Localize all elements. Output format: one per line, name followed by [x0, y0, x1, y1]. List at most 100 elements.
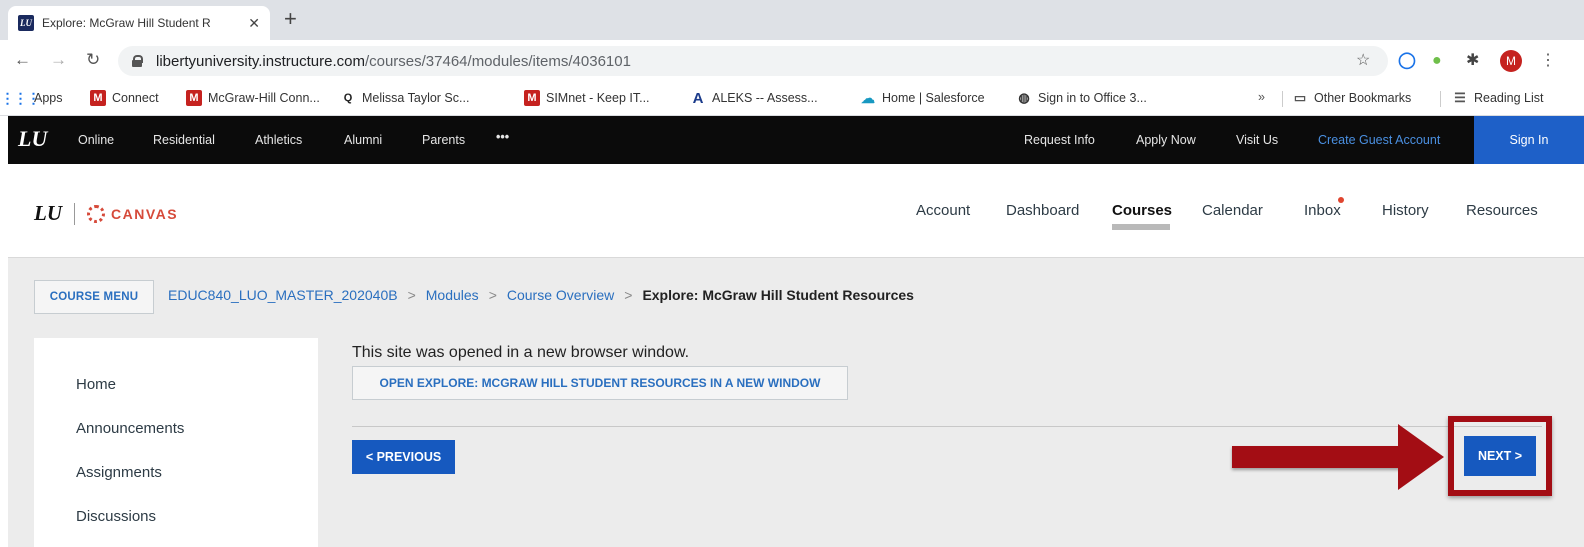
sign-in-button[interactable]: Sign In	[1474, 116, 1584, 164]
bookmarks-bar: ⋮⋮⋮ Apps M Connect M McGraw-Hill Conn...…	[0, 82, 1584, 116]
bookmark-label: McGraw-Hill Conn...	[208, 91, 320, 105]
bookmark-label: Apps	[34, 91, 63, 105]
tab-title: Explore: McGraw Hill Student R	[42, 16, 211, 30]
nav-visit-us[interactable]: Visit Us	[1236, 133, 1278, 147]
canvas-header: LU CANVAS Account Dashboard Courses Cale…	[8, 164, 1584, 258]
brand-canvas-word: CANVAS	[111, 205, 179, 222]
m-icon: M	[90, 90, 106, 106]
sidebar-item-assignments[interactable]: Assignments	[76, 464, 162, 481]
nav-account[interactable]: Account	[916, 202, 970, 219]
bookmark-salesforce[interactable]: ☁ Home | Salesforce	[860, 90, 985, 106]
nav-inbox[interactable]: Inbox	[1304, 202, 1341, 219]
forward-arrow-icon[interactable]: →	[50, 50, 67, 70]
lu-global-nav: LU Online Residential Athletics Alumni P…	[8, 116, 1584, 164]
annotation-arrow-icon	[1398, 424, 1444, 490]
bookmark-aleks[interactable]: A ALEKS -- Assess...	[690, 90, 818, 107]
m-icon: M	[186, 90, 202, 106]
folder-icon: ▭	[1293, 90, 1307, 105]
nav-athletics[interactable]: Athletics	[255, 133, 302, 147]
breadcrumb: EDUC840_LUO_MASTER_202040B > Modules > C…	[168, 287, 914, 303]
extensions-puzzle-icon[interactable]: ✱	[1466, 52, 1479, 70]
globe-icon: ◍	[1018, 90, 1030, 105]
reading-list-icon: ☰	[1454, 90, 1466, 105]
extension-ring-icon[interactable]: ◯	[1398, 52, 1416, 70]
bookmark-reading-list[interactable]: ☰ Reading List	[1452, 90, 1544, 106]
bookmark-mcgraw-hill-conn[interactable]: M McGraw-Hill Conn...	[186, 90, 320, 106]
browser-tab[interactable]: LU Explore: McGraw Hill Student R ✕	[8, 6, 270, 40]
nav-resources[interactable]: Resources	[1466, 202, 1538, 219]
nav-request-info[interactable]: Request Info	[1024, 133, 1095, 147]
nav-courses[interactable]: Courses	[1112, 202, 1172, 219]
opened-message: This site was opened in a new browser wi…	[352, 344, 690, 361]
bookmark-label: ALEKS -- Assess...	[712, 91, 818, 105]
sidebar-item-home[interactable]: Home	[76, 376, 116, 393]
bookmark-separator	[1282, 91, 1283, 107]
course-sidebar: Home Announcements Assignments Discussio…	[34, 338, 318, 547]
nav-create-guest-account[interactable]: Create Guest Account	[1318, 133, 1440, 147]
m-icon: M	[524, 90, 540, 106]
more-bookmarks-icon[interactable]: »	[1258, 90, 1265, 104]
canvas-logo-icon	[87, 204, 105, 223]
url-host: libertyuniversity.instructure.com	[156, 52, 365, 70]
open-in-new-window-button[interactable]: OPEN EXPLORE: MCGRAW HILL STUDENT RESOUR…	[352, 366, 848, 400]
nav-calendar[interactable]: Calendar	[1202, 202, 1263, 219]
nav-online[interactable]: Online	[78, 133, 114, 147]
bookmark-label: Sign in to Office 3...	[1038, 91, 1147, 105]
divider	[352, 426, 1542, 427]
bookmark-office[interactable]: ◍ Sign in to Office 3...	[1016, 90, 1147, 106]
breadcrumb-course-overview[interactable]: Course Overview	[507, 287, 614, 303]
salesforce-cloud-icon: ☁	[861, 89, 875, 106]
previous-button[interactable]: < PREVIOUS	[352, 440, 455, 474]
nav-dashboard[interactable]: Dashboard	[1006, 202, 1079, 219]
apps-grid-icon: ⋮⋮⋮	[0, 89, 41, 106]
canvas-brand[interactable]: LU CANVAS	[34, 201, 178, 226]
bookmark-other[interactable]: ▭ Other Bookmarks	[1292, 90, 1411, 106]
lu-logo[interactable]: LU	[18, 128, 47, 150]
nav-residential[interactable]: Residential	[153, 133, 215, 147]
bookmark-apps[interactable]: ⋮⋮⋮ Apps	[0, 89, 63, 106]
bookmark-star-icon[interactable]: ☆	[1356, 52, 1370, 70]
course-menu-button[interactable]: COURSE MENU	[34, 280, 154, 314]
menu-kebab-icon[interactable]: ⋮	[1540, 52, 1556, 70]
sidebar-item-announcements[interactable]: Announcements	[76, 420, 184, 437]
breadcrumb-course[interactable]: EDUC840_LUO_MASTER_202040B	[168, 287, 398, 303]
annotation-arrow-shaft	[1232, 446, 1408, 468]
bookmark-label: Melissa Taylor Sc...	[362, 91, 470, 105]
breadcrumb-current-page: Explore: McGraw Hill Student Resources	[642, 287, 914, 303]
brand-lu-logo: LU	[34, 201, 62, 225]
nav-parents[interactable]: Parents	[422, 133, 465, 147]
bookmark-separator	[1440, 91, 1441, 107]
bookmark-label: Home | Salesforce	[882, 91, 985, 105]
breadcrumb-separator: >	[407, 287, 416, 303]
bookmark-melissa-taylor[interactable]: Q Melissa Taylor Sc...	[340, 90, 470, 106]
lock-icon	[132, 55, 143, 67]
q-icon: Q	[343, 92, 353, 104]
reload-icon[interactable]: ↻	[86, 50, 100, 70]
profile-avatar[interactable]: M	[1500, 50, 1522, 72]
lu-favicon-icon: LU	[18, 15, 34, 31]
bookmark-label: Connect	[112, 91, 159, 105]
browser-tabstrip: LU Explore: McGraw Hill Student R ✕ +	[0, 0, 1584, 40]
bookmark-label: SIMnet - Keep IT...	[546, 91, 650, 105]
back-arrow-icon[interactable]: ←	[14, 50, 31, 70]
bookmark-simnet[interactable]: M SIMnet - Keep IT...	[524, 90, 650, 106]
sidebar-item-discussions[interactable]: Discussions	[76, 508, 156, 525]
active-nav-indicator	[1112, 224, 1170, 230]
nav-alumni[interactable]: Alumni	[344, 133, 382, 147]
brand-divider	[74, 202, 75, 225]
bookmark-label: Reading List	[1474, 91, 1544, 105]
breadcrumb-modules[interactable]: Modules	[426, 287, 479, 303]
extension-grammar-icon[interactable]: ●	[1432, 52, 1442, 70]
nav-history[interactable]: History	[1382, 202, 1429, 219]
bookmark-connect[interactable]: M Connect	[90, 90, 159, 106]
address-bar[interactable]: libertyuniversity.instructure.com/course…	[118, 46, 1388, 76]
nav-apply-now[interactable]: Apply Now	[1136, 133, 1196, 147]
new-tab-icon[interactable]: +	[284, 8, 297, 30]
inbox-unread-dot	[1338, 197, 1344, 203]
next-button[interactable]: NEXT >	[1464, 436, 1536, 476]
url-path: /courses/37464/modules/items/4036101	[364, 52, 631, 70]
breadcrumb-separator: >	[624, 287, 633, 303]
breadcrumb-separator: >	[488, 287, 497, 303]
close-tab-icon[interactable]: ✕	[248, 15, 260, 32]
more-dots-icon[interactable]: •••	[496, 130, 509, 144]
